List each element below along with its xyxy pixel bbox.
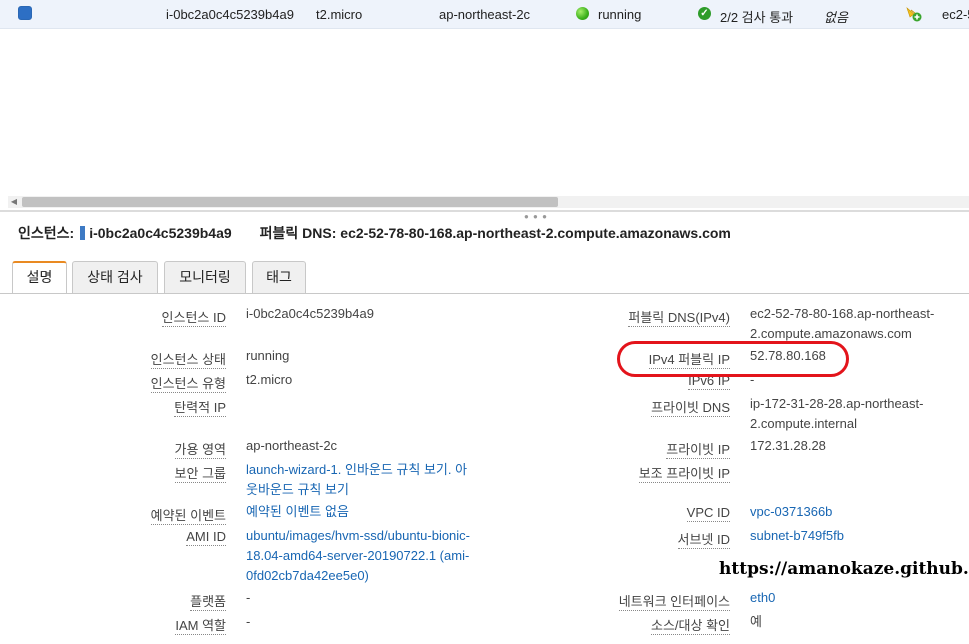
tab-monitoring[interactable]: 모니터링 xyxy=(164,261,246,293)
detail-label-public-dns: 퍼블릭 DNS(IPv4) xyxy=(628,310,730,327)
subnet-id-link[interactable]: subnet-b749f5fb xyxy=(750,526,844,546)
instance-summary-id: i-0bc2a0c4c5239b4a9 xyxy=(89,225,232,241)
ami-id-line[interactable]: ubuntu/images/hvm-ssd/ubuntu-bionic- xyxy=(246,526,470,546)
private-dns-line: 2.compute.internal xyxy=(750,416,857,431)
vpc-id-link[interactable]: vpc-0371366b xyxy=(750,502,832,522)
watermark-url: https://amanokaze.github.io xyxy=(719,559,969,579)
detail-label-elastic-ip: 탄력적 IP xyxy=(174,400,226,417)
detail-value-availability-zone: ap-northeast-2c xyxy=(246,438,338,453)
detail-value-instance-id: i-0bc2a0c4c5239b4a9 xyxy=(246,306,374,321)
detail-label-availability-zone: 가용 영역 xyxy=(174,442,226,459)
detail-value-private-dns: ip-172-31-28-28.ap-northeast- 2.compute.… xyxy=(750,394,923,434)
detail-label-source-dest-check: 소스/대상 확인 xyxy=(651,618,730,635)
detail-label-instance-id: 인스턴스 ID xyxy=(161,310,226,327)
create-alarm-icon[interactable] xyxy=(905,6,923,23)
detail-value-source-dest-check: 예 xyxy=(750,614,762,629)
check-passed-icon: ✓ xyxy=(698,7,711,20)
ami-id-link[interactable]: ubuntu/images/hvm-ssd/ubuntu-bionic- 18.… xyxy=(246,526,470,586)
security-groups-line[interactable]: 웃바운드 규칙 보기 xyxy=(246,480,467,500)
detail-label-instance-state: 인스턴스 상태 xyxy=(150,352,226,369)
detail-label-vpc-id: VPC ID xyxy=(686,505,730,522)
status-checks-cell: 2/2 검사 통과 xyxy=(720,10,794,25)
detail-value-instance-type: t2.micro xyxy=(246,372,293,387)
public-dns-cell: ec2-5 xyxy=(942,7,969,22)
detail-label-iam-role: IAM 역할 xyxy=(175,618,226,635)
detail-label-secondary-private-ip: 보조 프라이빗 IP xyxy=(638,466,730,483)
detail-value-public-dns: ec2-52-78-80-168.ap-northeast- 2.compute… xyxy=(750,304,934,344)
instance-summary: 인스턴스: i-0bc2a0c4c5239b4a9 퍼블릭 DNS: ec2-52-… xyxy=(18,223,731,243)
instance-marker xyxy=(80,226,86,240)
detail-label-platform: 플랫폼 xyxy=(190,594,226,611)
splitter-grip-icon[interactable]: ● ● ● xyxy=(524,212,548,221)
instance-table-row[interactable]: i-0bc2a0c4c5239b4a9 t2.micro ap-northeas… xyxy=(0,0,969,29)
detail-label-ami-id: AMI ID xyxy=(186,529,226,546)
ami-id-line[interactable]: 0fd02cb7da42ee5e0) xyxy=(246,566,470,586)
public-dns-line: ec2-52-78-80-168.ap-northeast- xyxy=(750,306,935,321)
detail-label-private-dns: 프라이빗 DNS xyxy=(651,400,730,417)
private-dns-line: ip-172-31-28-28.ap-northeast- xyxy=(750,396,924,411)
panel-splitter[interactable] xyxy=(0,210,969,212)
ipv4-highlight-annotation xyxy=(617,341,849,377)
public-dns-summary-value: ec2-52-78-80-168.ap-northeast-2.compute.… xyxy=(340,225,731,241)
detail-value-instance-state: running xyxy=(246,348,290,363)
detail-label-subnet-id: 서브넷 ID xyxy=(677,532,730,549)
detail-value-platform: - xyxy=(246,590,251,605)
instance-state-cell: running xyxy=(598,7,642,22)
alarm-status-cell: 없음 xyxy=(824,10,848,25)
scrollbar-thumb[interactable] xyxy=(22,197,558,207)
scheduled-events-link[interactable]: 예약된 이벤트 없음 xyxy=(246,502,349,522)
network-interface-link[interactable]: eth0 xyxy=(750,588,775,608)
running-status-icon xyxy=(576,7,589,20)
detail-label-network-interfaces: 네트워크 인터페이스 xyxy=(618,594,730,611)
instance-summary-label: 인스턴스: xyxy=(18,225,75,241)
detail-value-private-ip: 172.31.28.28 xyxy=(750,438,826,453)
tab-status-checks[interactable]: 상태 검사 xyxy=(72,261,158,293)
scroll-left-icon[interactable]: ◀ xyxy=(8,196,20,208)
detail-label-scheduled-events: 예약된 이벤트 xyxy=(150,508,226,525)
ami-id-line[interactable]: 18.04-amd64-server-20190722.1 (ami- xyxy=(246,546,470,566)
detail-label-instance-type: 인스턴스 유형 xyxy=(150,376,226,393)
instance-id-cell: i-0bc2a0c4c5239b4a9 xyxy=(166,7,294,22)
horizontal-scrollbar[interactable]: ◀ xyxy=(8,196,969,208)
public-dns-summary-label: 퍼블릭 DNS: xyxy=(259,225,337,241)
tab-tags[interactable]: 태그 xyxy=(252,261,306,293)
security-groups-link[interactable]: launch-wizard-1. 인바운드 규칙 보기. 아 웃바운드 규칙 보… xyxy=(246,460,467,500)
tab-description[interactable]: 설명 xyxy=(12,261,67,294)
detail-label-private-ip: 프라이빗 IP xyxy=(666,442,730,459)
instance-type-cell: t2.micro xyxy=(316,7,363,22)
row-select-checkbox[interactable] xyxy=(18,6,32,20)
security-groups-line[interactable]: launch-wizard-1. 인바운드 규칙 보기. 아 xyxy=(246,460,467,480)
detail-label-security-groups: 보안 그룹 xyxy=(174,466,226,483)
detail-value-iam-role: - xyxy=(246,614,251,629)
tab-divider xyxy=(0,293,969,294)
availability-zone-cell: ap-northeast-2c xyxy=(439,7,531,22)
